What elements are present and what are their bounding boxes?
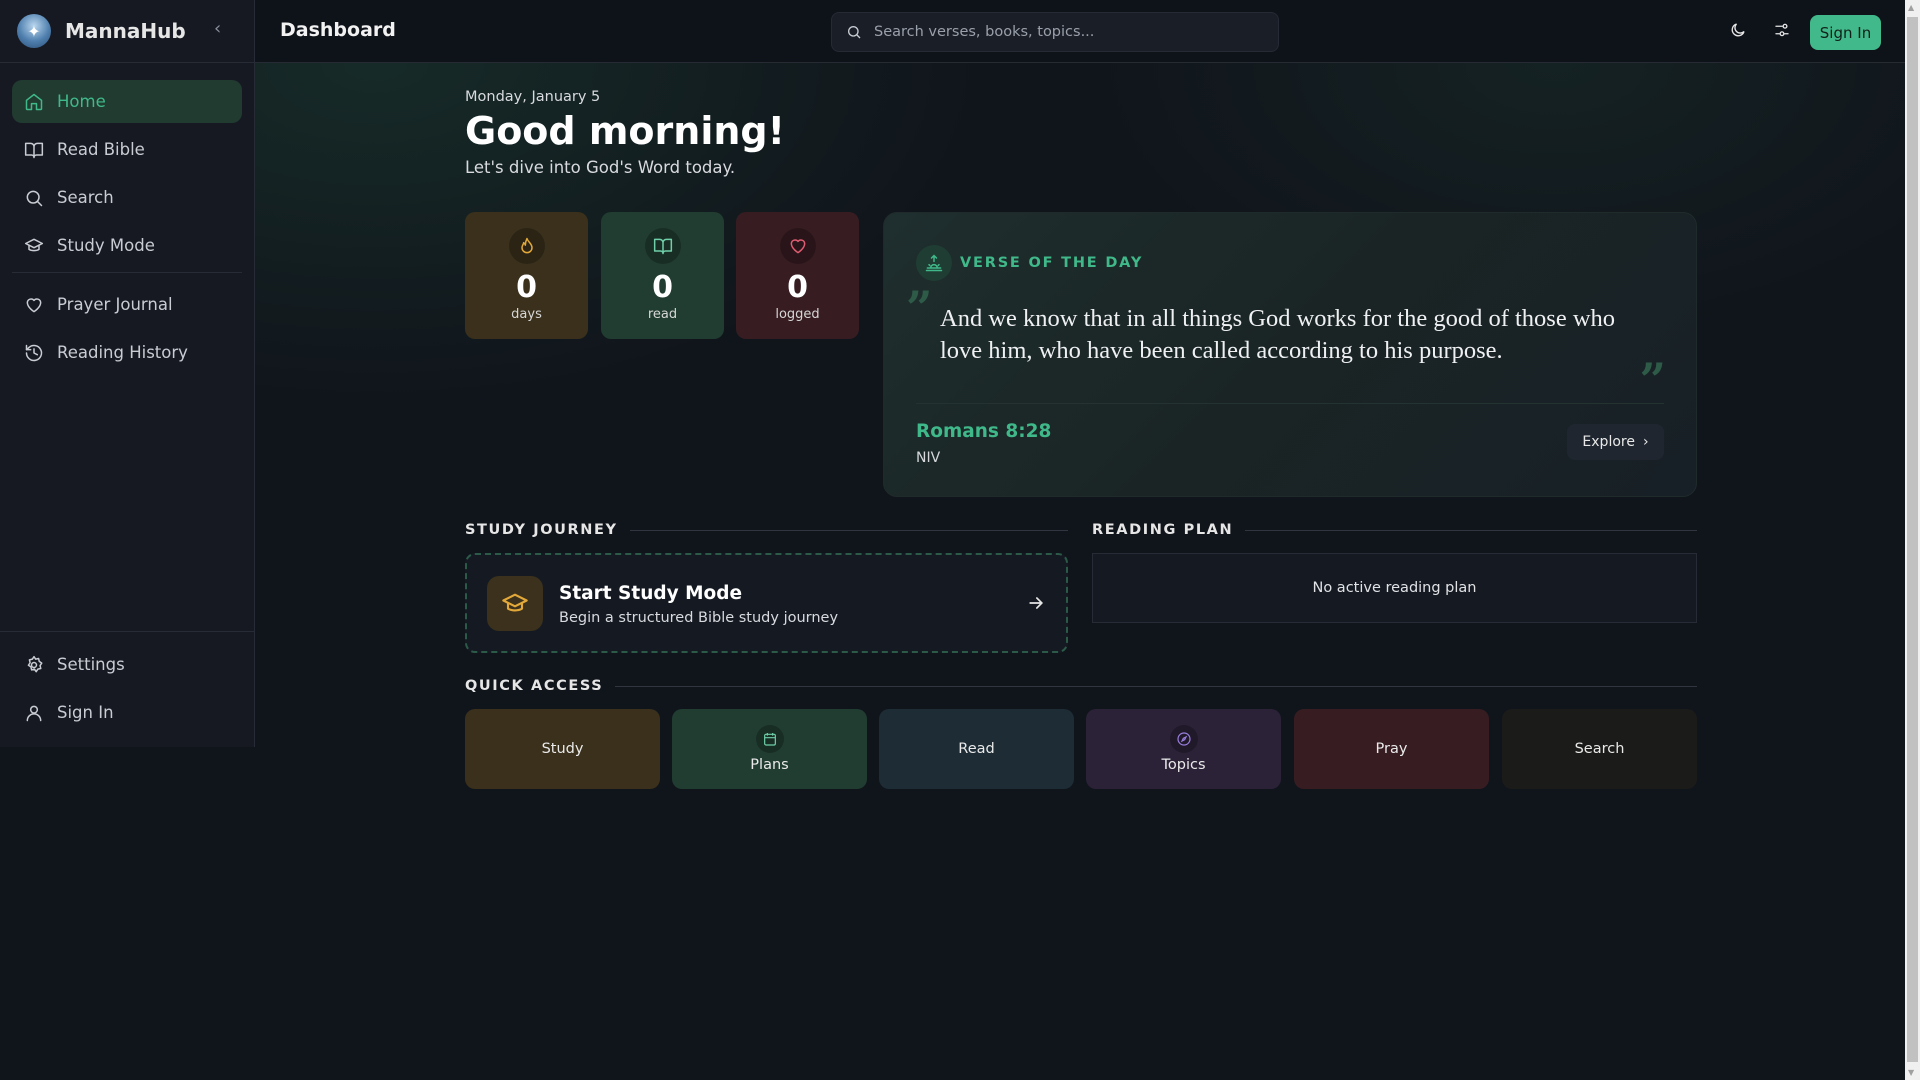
sidebar-item-home[interactable]: Home <box>12 80 242 123</box>
sidebar-item-study-mode[interactable]: Study Mode <box>12 224 242 267</box>
explore-label: Explore <box>1582 434 1635 450</box>
verse-reference[interactable]: Romans 8:28 <box>916 421 1051 442</box>
tile-label: Topics <box>1161 757 1206 773</box>
sidebar-bottom: Settings Sign In <box>0 631 254 750</box>
book-open-icon <box>24 142 44 158</box>
quick-access-read[interactable]: Read <box>879 709 1074 789</box>
stat-label: read <box>647 307 678 322</box>
stat-label: days <box>511 307 542 322</box>
scroll-down-icon[interactable]: ▼ <box>1908 1068 1914 1077</box>
graduation-cap-icon <box>487 576 543 631</box>
open-quote-icon: ” <box>906 281 933 335</box>
verse-of-the-day-card: VERSE OF THE DAY ” And we know that in a… <box>883 212 1697 497</box>
stat-value: 0 <box>516 270 537 305</box>
graduation-cap-icon <box>24 238 44 251</box>
study-journey-heading: STUDY JOURNEY <box>465 522 1068 538</box>
collapse-sidebar-icon[interactable]: ‹ <box>214 18 221 39</box>
heart-icon <box>26 297 42 312</box>
section-label: READING PLAN <box>1092 522 1234 538</box>
sidebar-item-label: Study Mode <box>57 236 155 255</box>
close-quote-icon: ” <box>1639 353 1666 407</box>
sunrise-icon <box>916 245 952 281</box>
current-date: Monday, January 5 <box>465 89 601 105</box>
greeting-subtitle: Let's dive into God's Word today. <box>465 158 736 177</box>
scroll-up-icon[interactable]: ▲ <box>1908 3 1914 12</box>
reading-plan-heading: READING PLAN <box>1092 522 1697 538</box>
chevron-right-icon: › <box>1642 434 1649 450</box>
app-name: MannaHub <box>65 19 186 43</box>
sidebar-item-label: Search <box>57 188 114 207</box>
calendar-icon <box>755 725 784 753</box>
verse-version: NIV <box>916 450 941 466</box>
start-study-mode-card[interactable]: Start Study Mode Begin a structured Bibl… <box>465 553 1068 653</box>
sidebar-item-label: Sign In <box>57 703 114 722</box>
scrollbar-thumb[interactable] <box>1907 17 1918 1062</box>
quick-access-pray[interactable]: Pray <box>1294 709 1489 789</box>
stat-card-streak[interactable]: 0 days <box>465 212 588 339</box>
history-icon <box>25 344 43 361</box>
reading-plan-empty: No active reading plan <box>1092 553 1697 623</box>
search-placeholder: Search verses, books, topics... <box>874 24 1095 40</box>
stat-label: logged <box>775 307 820 322</box>
verse-divider <box>916 403 1664 404</box>
tile-label: Search <box>1574 741 1625 757</box>
tile-label: Read <box>958 741 995 757</box>
sidebar-item-label: Settings <box>57 655 125 674</box>
sidebar-item-search[interactable]: Search <box>12 176 242 219</box>
sidebar-item-reading-history[interactable]: Reading History <box>12 331 242 374</box>
sidebar-item-prayer-journal[interactable]: Prayer Journal <box>12 283 242 326</box>
search-icon <box>26 190 43 206</box>
sidebar-nav: Home Read Bible Search Study Mode Prayer… <box>0 63 254 396</box>
gear-icon <box>27 655 43 672</box>
sidebar-item-label: Read Bible <box>57 140 145 159</box>
tile-label: Plans <box>750 757 789 773</box>
study-card-subtitle: Begin a structured Bible study journey <box>559 610 839 626</box>
sidebar-item-sign-in[interactable]: Sign In <box>12 691 242 734</box>
search-icon <box>848 26 861 39</box>
flame-icon <box>508 228 545 264</box>
section-label: QUICK ACCESS <box>465 678 604 694</box>
quick-access-plans[interactable]: Plans <box>672 709 867 789</box>
quick-access-study[interactable]: Study <box>465 709 660 789</box>
quick-access-topics[interactable]: Topics <box>1086 709 1281 789</box>
sign-in-button[interactable]: Sign In <box>1810 15 1881 50</box>
theme-toggle-moon-icon[interactable] <box>1729 21 1751 43</box>
search-input[interactable]: Search verses, books, topics... <box>831 12 1279 52</box>
quick-access-heading: QUICK ACCESS <box>465 678 1697 694</box>
greeting-title: Good morning! <box>465 109 785 153</box>
scrollbar[interactable]: ▲ ▼ <box>1905 0 1920 1080</box>
brand: ✦ MannaHub ‹ <box>0 0 254 63</box>
explore-button[interactable]: Explore › <box>1567 424 1664 460</box>
section-label: STUDY JOURNEY <box>465 522 618 538</box>
page-title: Dashboard <box>280 19 396 41</box>
sidebar-item-read-bible[interactable]: Read Bible <box>12 128 242 171</box>
preferences-sliders-icon[interactable] <box>1773 21 1795 43</box>
verse-text: And we know that in all things God works… <box>940 305 1616 364</box>
home-icon <box>25 93 43 110</box>
stat-card-prayers[interactable]: 0 logged <box>736 212 859 339</box>
arrow-right-icon <box>1026 593 1046 617</box>
compass-icon <box>1169 725 1198 753</box>
sidebar-divider <box>12 272 242 273</box>
sidebar-item-label: Home <box>57 92 106 111</box>
stat-value: 0 <box>787 270 808 305</box>
user-icon <box>26 705 42 721</box>
sidebar-item-settings[interactable]: Settings <box>12 643 242 686</box>
book-open-icon <box>644 228 681 264</box>
sidebar-item-label: Prayer Journal <box>57 295 173 314</box>
verse-heading: VERSE OF THE DAY <box>960 255 1144 271</box>
heart-icon <box>779 228 816 264</box>
tile-label: Study <box>541 741 584 757</box>
quick-access-search[interactable]: Search <box>1502 709 1697 789</box>
mannahub-logo-icon: ✦ <box>17 14 51 48</box>
sidebar-item-label: Reading History <box>57 343 188 362</box>
stat-card-read[interactable]: 0 read <box>601 212 724 339</box>
stat-value: 0 <box>652 270 673 305</box>
study-card-title: Start Study Mode <box>559 583 743 604</box>
top-header: Dashboard Search verses, books, topics..… <box>255 0 1905 63</box>
tile-label: Pray <box>1375 741 1408 757</box>
sidebar: ✦ MannaHub ‹ Home Read Bible Search Stud… <box>0 0 255 747</box>
